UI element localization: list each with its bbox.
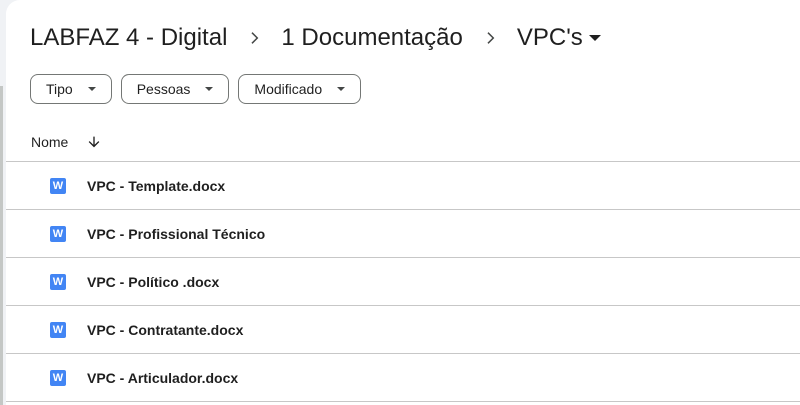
word-doc-icon: W bbox=[50, 321, 66, 338]
breadcrumb-current-folder[interactable]: VPC's bbox=[517, 20, 601, 56]
caret-down-icon bbox=[337, 87, 346, 91]
breadcrumb-current-label: VPC's bbox=[516, 24, 583, 51]
word-doc-icon: W bbox=[50, 177, 66, 194]
file-list: W VPC - Template.docx W VPC - Profission… bbox=[6, 162, 800, 402]
filter-tipo-button[interactable]: Tipo bbox=[30, 74, 112, 104]
chevron-right-icon bbox=[237, 18, 271, 58]
filter-pessoas-button[interactable]: Pessoas bbox=[120, 74, 230, 104]
file-row[interactable]: W VPC - Articulador.docx bbox=[6, 354, 800, 402]
word-doc-icon: W bbox=[50, 273, 66, 290]
file-name: VPC - Profissional Técnico bbox=[87, 225, 266, 242]
file-row[interactable]: W VPC - Template.docx bbox=[6, 162, 800, 210]
caret-down-icon bbox=[87, 87, 96, 91]
file-row[interactable]: W VPC - Contratante.docx bbox=[6, 306, 800, 354]
file-name: VPC - Político .docx bbox=[87, 273, 220, 290]
arrow-down-icon bbox=[89, 136, 100, 147]
filter-pessoas-label: Pessoas bbox=[136, 81, 191, 97]
filter-tipo-label: Tipo bbox=[46, 81, 73, 97]
filter-modificado-button[interactable]: Modificado bbox=[238, 74, 362, 104]
column-header-nome[interactable]: Nome bbox=[31, 134, 68, 150]
breadcrumb: LABFAZ 4 - Digital 1 Documentação VPC's bbox=[30, 18, 601, 58]
word-doc-icon: W bbox=[50, 225, 66, 242]
filter-chips: Tipo Pessoas Modificado bbox=[30, 74, 362, 104]
file-name: VPC - Articulador.docx bbox=[87, 369, 239, 386]
file-name: VPC - Contratante.docx bbox=[87, 321, 244, 338]
filter-modificado-label: Modificado bbox=[254, 81, 323, 97]
sort-direction-button[interactable] bbox=[84, 132, 104, 152]
file-name: VPC - Template.docx bbox=[87, 177, 226, 194]
breadcrumb-item-documentacao[interactable]: 1 Documentação bbox=[281, 20, 462, 56]
word-doc-icon: W bbox=[50, 369, 66, 386]
caret-down-icon bbox=[205, 87, 214, 91]
chevron-right-icon bbox=[473, 18, 507, 58]
left-edge-bar bbox=[0, 86, 3, 405]
file-row[interactable]: W VPC - Profissional Técnico bbox=[6, 210, 800, 258]
breadcrumb-item-labfaz[interactable]: LABFAZ 4 - Digital bbox=[30, 20, 227, 56]
drive-content-panel: LABFAZ 4 - Digital 1 Documentação VPC's … bbox=[6, 0, 800, 405]
file-list-header: Nome bbox=[6, 122, 800, 162]
file-row[interactable]: W VPC - Político .docx bbox=[6, 258, 800, 306]
caret-down-icon bbox=[588, 35, 601, 41]
